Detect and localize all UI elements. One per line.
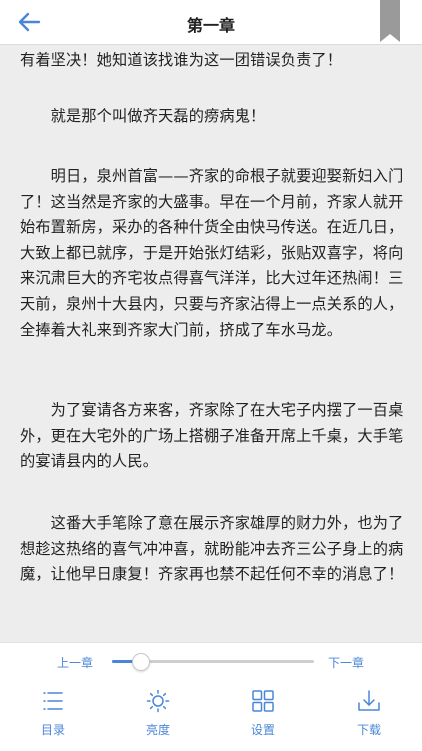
next-chapter-button[interactable]: 下一章 bbox=[328, 654, 364, 671]
bookmark-button[interactable] bbox=[380, 0, 400, 44]
top-bar: 第一章 bbox=[0, 0, 422, 45]
paragraph: 为了宴请各方来客，齐家除了在大宅子内摆了一百桌外，更在大宅外的广场上搭棚子准备开… bbox=[20, 401, 404, 471]
grid-icon bbox=[252, 690, 274, 712]
brightness-button[interactable]: 亮度 bbox=[123, 689, 193, 745]
progress-slider-thumb[interactable] bbox=[132, 653, 151, 671]
paragraph: 就是那个叫做齐天磊的痨病鬼！ bbox=[20, 107, 266, 125]
chapter-title: 第一章 bbox=[186, 16, 235, 35]
settings-label: 设置 bbox=[250, 723, 275, 737]
paragraph: 这番大手笔除了意在展示齐家雄厚的财力外，也为了想趁这热络的喜气冲冲喜，就盼能冲去… bbox=[20, 514, 404, 584]
sun-icon bbox=[146, 689, 170, 713]
toc-button[interactable]: 目录 bbox=[18, 689, 88, 745]
download-icon bbox=[358, 690, 380, 711]
chapter-content: 有着坚决！她知道该找谁为这一团错误负责了！ 就是那个叫做齐天磊的痨病鬼！ 明日，… bbox=[0, 45, 422, 642]
toc-label: 目录 bbox=[40, 723, 65, 737]
bookmark-icon bbox=[380, 0, 400, 42]
paragraph: 有着坚决！她知道该找谁为这一团错误负责了！ bbox=[20, 51, 343, 69]
reader-control-panel: 上一章 下一章 目录 亮度 设置 下载 bbox=[0, 642, 422, 751]
progress-slider[interactable] bbox=[112, 653, 314, 671]
list-icon bbox=[43, 692, 63, 710]
paragraph: 明日，泉州首富——齐家的命根子就要迎娶新妇入门了！这当然是齐家的大盛事。早在一个… bbox=[20, 167, 404, 339]
download-button[interactable]: 下载 bbox=[334, 689, 404, 745]
brightness-label: 亮度 bbox=[145, 723, 170, 737]
settings-button[interactable]: 设置 bbox=[228, 689, 298, 745]
prev-chapter-button[interactable]: 上一章 bbox=[57, 654, 93, 671]
download-label: 下载 bbox=[356, 723, 381, 737]
